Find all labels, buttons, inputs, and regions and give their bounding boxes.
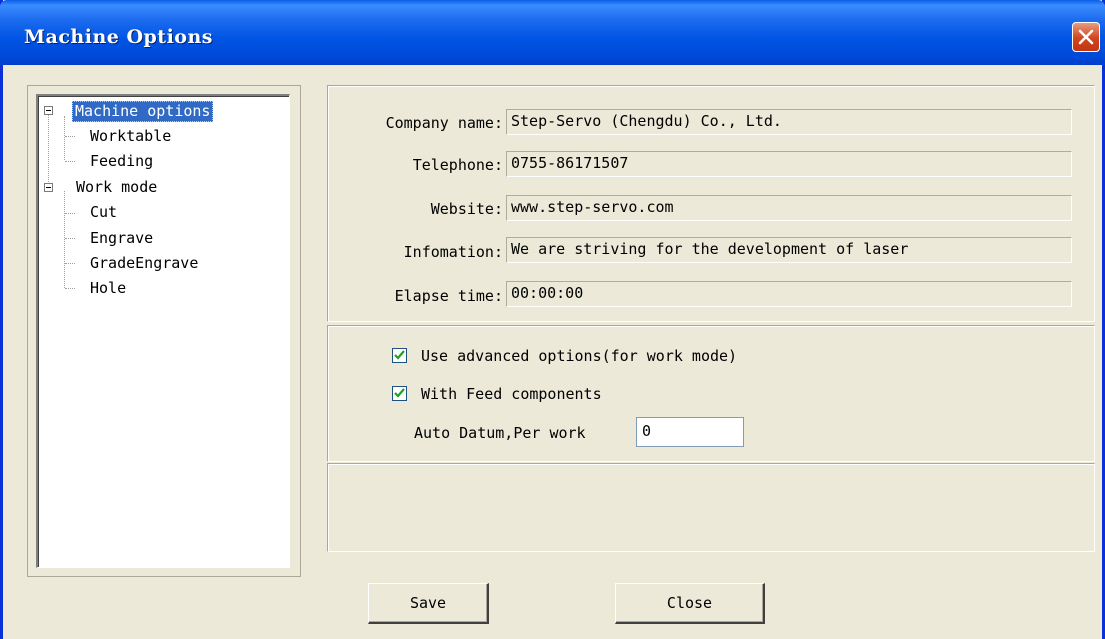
- feed-components-label[interactable]: With Feed components: [421, 385, 602, 403]
- tree-item-machine-options[interactable]: Machine options: [72, 101, 214, 122]
- machine-options-dialog: Machine Options Machine options Worktabl…: [0, 0, 1105, 639]
- title-bar[interactable]: Machine Options: [0, 0, 1105, 65]
- feed-components-checkbox[interactable]: [392, 386, 407, 401]
- collapse-icon[interactable]: [44, 183, 53, 192]
- website-label: Website:: [430, 200, 503, 218]
- tree-connector: [65, 263, 75, 264]
- tree-item-feeding[interactable]: Feeding: [90, 152, 153, 171]
- tree-item-work-mode[interactable]: Work mode: [76, 178, 157, 197]
- empty-group: [327, 463, 1095, 552]
- tree-connector: [65, 238, 75, 239]
- tree-item-worktable[interactable]: Worktable: [90, 127, 171, 146]
- telephone-label: Telephone:: [412, 156, 503, 174]
- checkmark-icon: [394, 388, 405, 398]
- close-icon: [1078, 29, 1094, 45]
- save-button[interactable]: Save: [368, 583, 489, 624]
- tree-item-hole[interactable]: Hole: [90, 279, 126, 298]
- window-close-button[interactable]: [1072, 22, 1100, 52]
- auto-datum-input[interactable]: 0: [636, 417, 744, 447]
- tree-item-gradeengrave[interactable]: GradeEngrave: [90, 254, 198, 273]
- advanced-options-label[interactable]: Use advanced options(for work mode): [421, 347, 737, 365]
- window-title: Machine Options: [24, 26, 213, 48]
- information-label: Infomation:: [403, 243, 503, 261]
- checkmark-icon: [394, 350, 405, 360]
- tree-item-cut[interactable]: Cut: [90, 203, 117, 222]
- close-button[interactable]: Close: [615, 583, 765, 624]
- tree-item-engrave[interactable]: Engrave: [90, 229, 153, 248]
- auto-datum-label: Auto Datum,Per work: [414, 424, 586, 442]
- telephone-field: 0755-86171507: [506, 151, 1072, 177]
- tree-connector: [65, 213, 75, 214]
- information-field: We are striving for the development of l…: [506, 237, 1072, 263]
- tree-connector: [64, 116, 65, 160]
- collapse-icon[interactable]: [44, 106, 53, 115]
- tree-connector: [48, 115, 49, 188]
- advanced-options-checkbox[interactable]: [392, 348, 407, 363]
- tree-connector: [64, 191, 65, 288]
- tree-connector: [65, 288, 75, 289]
- website-field: www.step-servo.com: [506, 195, 1072, 221]
- elapse-time-field: 00:00:00: [506, 281, 1072, 307]
- options-tree[interactable]: Machine options Worktable Feeding Work m…: [36, 94, 290, 568]
- company-name-field: Step-Servo (Chengdu) Co., Ltd.: [506, 109, 1072, 135]
- company-name-label: Company name:: [385, 114, 503, 132]
- elapse-time-label: Elapse time:: [394, 287, 503, 305]
- tree-connector: [65, 136, 75, 137]
- tree-connector: [65, 161, 75, 162]
